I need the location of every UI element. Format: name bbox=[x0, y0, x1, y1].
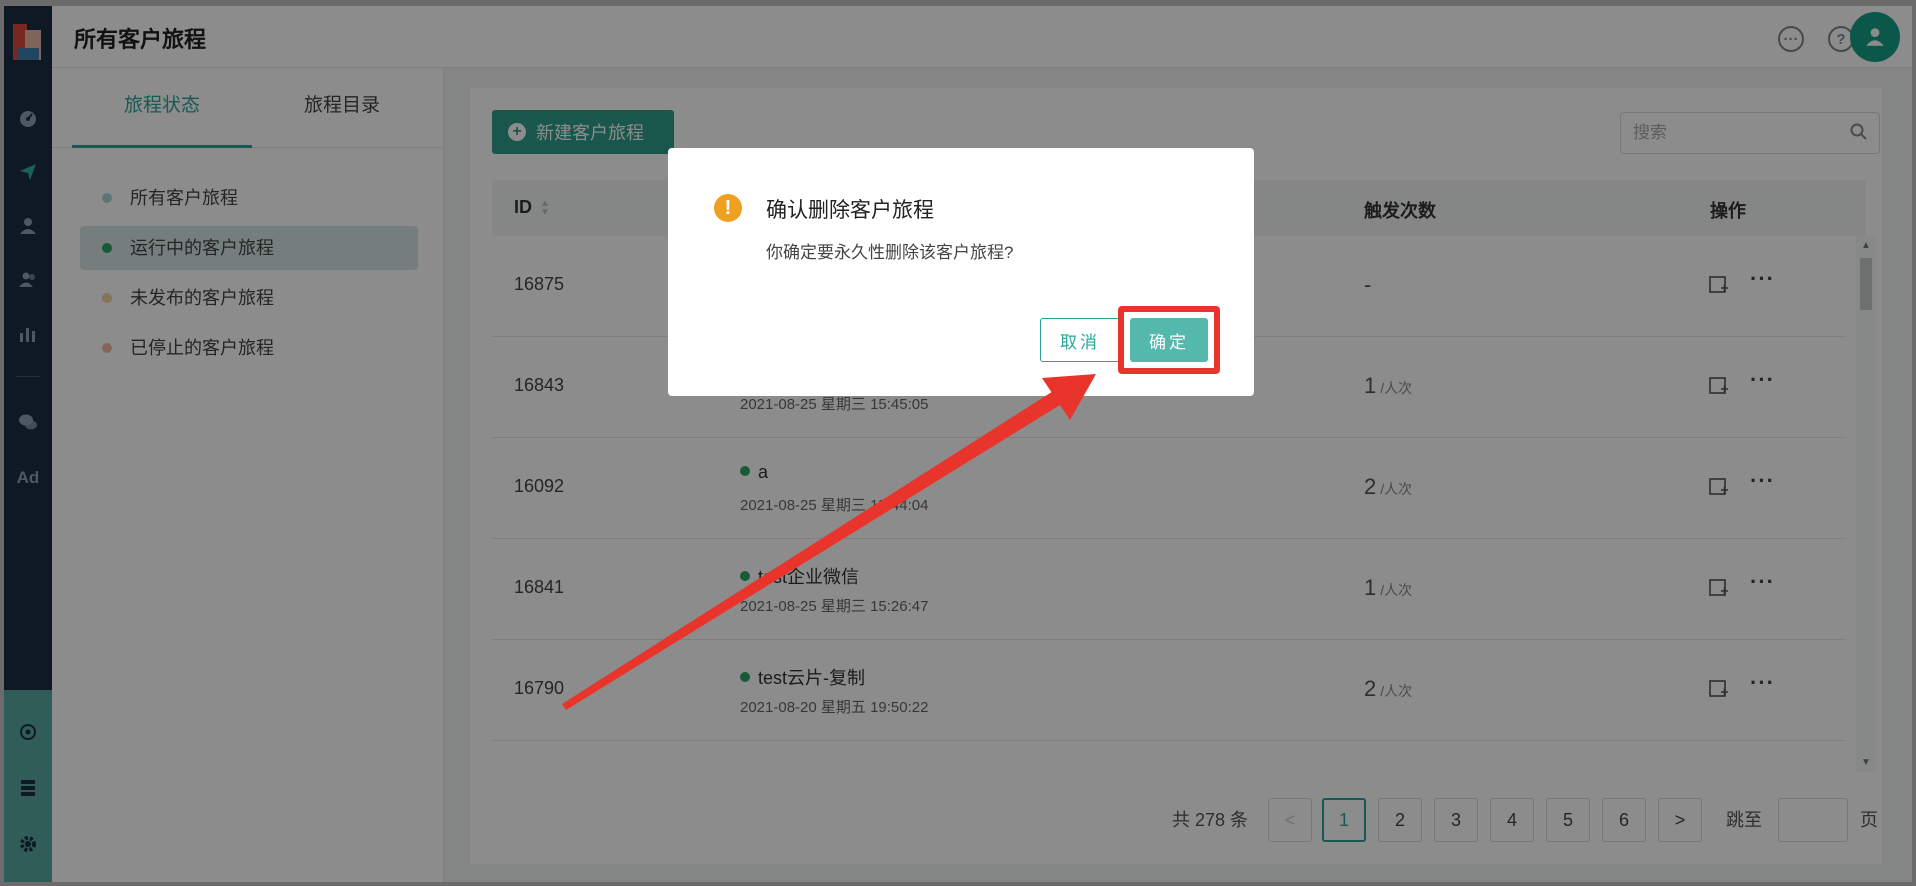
dialog-message: 你确定要永久性删除该客户旅程? bbox=[766, 243, 1014, 262]
modal-overlay[interactable]: ! 确认删除客户旅程 你确定要永久性删除该客户旅程? 取消 确定 bbox=[4, 6, 1912, 882]
confirm-highlight-box bbox=[1118, 306, 1220, 374]
dialog-title: 确认删除客户旅程 bbox=[766, 199, 934, 222]
cancel-button[interactable]: 取消 bbox=[1040, 318, 1120, 362]
warning-icon: ! bbox=[714, 194, 742, 222]
confirm-delete-dialog: ! 确认删除客户旅程 你确定要永久性删除该客户旅程? 取消 确定 bbox=[668, 148, 1254, 396]
